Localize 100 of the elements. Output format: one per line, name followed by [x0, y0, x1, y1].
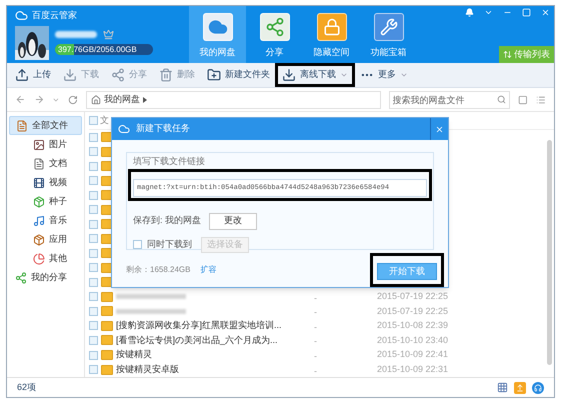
file-size: -	[314, 351, 317, 362]
toolbar-button[interactable]: 新建文件夹	[207, 68, 270, 82]
redacted-text	[116, 294, 186, 300]
checkbox[interactable]	[89, 278, 98, 287]
nav-tab[interactable]: 分享	[246, 6, 303, 63]
remaining-space: 剩余：1658.24GB	[126, 264, 190, 276]
file-size: -	[314, 366, 317, 376]
share-icon	[260, 13, 290, 42]
modified-date: 2015-10-09 22:41	[377, 348, 448, 362]
checkbox[interactable]	[89, 190, 98, 200]
checkbox[interactable]	[89, 336, 98, 345]
checkbox[interactable]	[133, 240, 142, 249]
back-icon	[15, 94, 26, 105]
checkbox[interactable]	[89, 220, 98, 229]
cloud-logo-icon	[118, 123, 130, 135]
transfer-icon	[503, 50, 512, 59]
field-label: 填写下载文件链接	[133, 155, 206, 168]
upload-icon	[514, 382, 526, 394]
checkbox[interactable]	[89, 365, 98, 374]
caret-icon	[52, 96, 60, 104]
sidebar-item[interactable]: 音乐	[9, 211, 82, 230]
file-name[interactable]: 按键精灵安卓版	[116, 362, 179, 376]
toolbar-button[interactable]: 离线下载	[282, 68, 348, 82]
expand-link[interactable]: 扩容	[200, 264, 216, 276]
search-icon	[497, 94, 506, 104]
folder-icon	[101, 320, 113, 331]
file-size: -	[314, 292, 317, 303]
refresh-icon	[68, 94, 78, 104]
redacted-text	[116, 308, 186, 314]
trash-icon	[159, 68, 173, 82]
checkbox[interactable]	[89, 292, 98, 302]
cloud-icon	[202, 13, 232, 42]
sidebar-item[interactable]: 图片	[9, 135, 82, 154]
modified-date: 2015-07-19 22:25	[377, 304, 448, 318]
redacted-name	[55, 30, 97, 38]
dropdown-icon	[484, 8, 493, 17]
checkbox[interactable]	[89, 147, 98, 156]
file-name[interactable]: [看雪论坛专供]の美河出品_六个月成为...	[116, 334, 278, 348]
share-icon	[111, 68, 125, 82]
new-folder-icon	[207, 68, 221, 82]
share-icon	[15, 272, 27, 284]
app-icon	[33, 234, 45, 246]
image-icon	[33, 138, 45, 150]
file-size: -	[314, 307, 317, 318]
checkbox[interactable]	[89, 306, 98, 316]
modified-date: 2015-10-09 22:31	[377, 362, 448, 376]
close-icon	[435, 124, 444, 134]
film-icon	[33, 176, 45, 188]
pie-icon	[33, 252, 45, 264]
file-name[interactable]: [搜豹资源网收集分享]红黑联盟实地培训...	[116, 319, 282, 333]
download-icon	[282, 68, 296, 82]
thumbnail-view-icon	[518, 94, 528, 104]
sidebar-item[interactable]: 视频	[9, 173, 82, 192]
file-name[interactable]: 按键精灵	[116, 348, 152, 362]
modified-date: 2015-07-19 22:25	[377, 290, 448, 303]
checkbox[interactable]	[89, 350, 98, 360]
modified-date: 2015-10-10 23:40	[377, 334, 448, 347]
dialog-title: 新建下载任务	[136, 122, 190, 136]
nav-tab[interactable]: 隐藏空间	[303, 6, 360, 63]
checkbox[interactable]	[89, 248, 98, 258]
change-button[interactable]: 更改	[209, 212, 258, 230]
checkbox[interactable]	[89, 176, 98, 186]
save-location: 保存到: 我的网盘	[133, 214, 202, 228]
file-size: -	[314, 336, 317, 346]
sidebar-item[interactable]: 我的分享	[9, 268, 82, 287]
lock-icon	[316, 13, 346, 42]
bell-icon	[465, 8, 474, 17]
toolbar-button[interactable]: 上传	[15, 68, 51, 82]
caret-icon	[340, 71, 348, 79]
caret-icon	[142, 96, 147, 102]
sidebar-item[interactable]: 其他	[9, 249, 82, 268]
toolbar-button[interactable]: 更多	[360, 68, 408, 82]
checkbox-label: 同时下载到	[147, 238, 192, 251]
search-field[interactable]: 搜索我的网盘文件	[388, 90, 510, 108]
sidebar-item[interactable]: 种子	[9, 192, 82, 211]
checkbox[interactable]	[89, 162, 98, 171]
document-icon	[33, 158, 45, 170]
sidebar-item[interactable]: 应用	[9, 230, 82, 249]
folder-icon	[101, 335, 113, 346]
crown-icon	[103, 28, 114, 40]
app-title: 百度云管家	[32, 9, 77, 22]
checkbox[interactable]	[89, 205, 98, 214]
checkbox[interactable]	[89, 116, 98, 125]
checkbox[interactable]	[89, 132, 98, 142]
download-icon	[63, 68, 77, 82]
sidebar-item[interactable]: 文档	[9, 154, 82, 173]
checkbox[interactable]	[89, 234, 98, 244]
cloud-logo-icon	[15, 9, 28, 22]
modified-date: 2015-10-08 22:39	[377, 319, 448, 332]
sidebar-item[interactable]: 全部文件	[9, 116, 82, 135]
nav-tab[interactable]: 功能宝箱	[360, 6, 417, 63]
checkbox[interactable]	[89, 321, 98, 330]
forward-icon	[34, 94, 44, 105]
maximize-icon	[522, 8, 531, 17]
breadcrumb-item[interactable]: 我的网盘	[104, 92, 140, 106]
column-header[interactable]: 文	[100, 114, 109, 128]
checkbox[interactable]	[89, 263, 98, 272]
caret-icon	[400, 71, 408, 79]
file-size: -	[314, 322, 317, 332]
wrench-icon	[374, 13, 404, 42]
